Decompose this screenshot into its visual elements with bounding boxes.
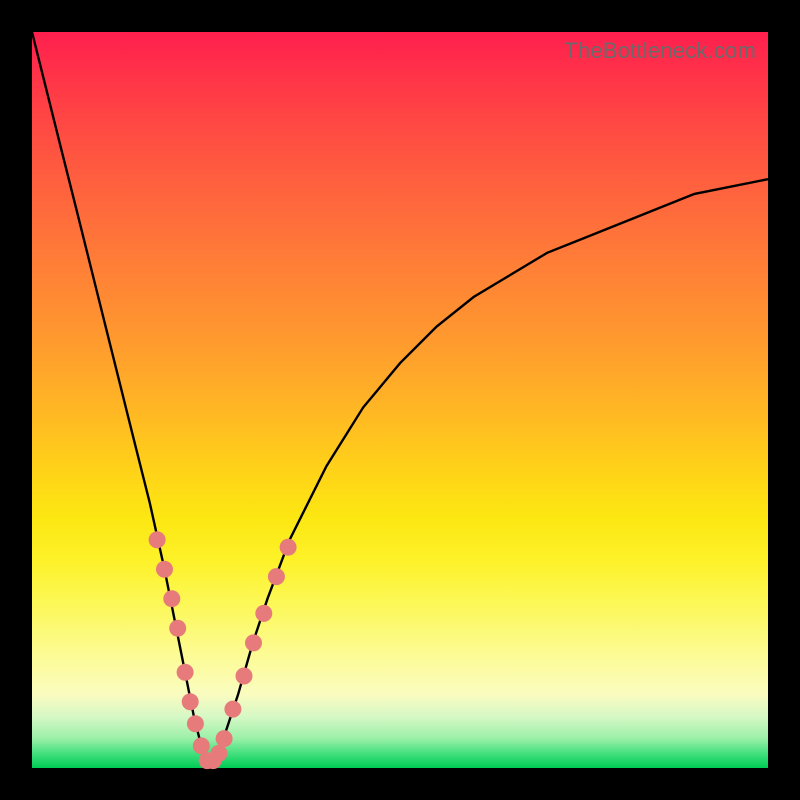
chart-frame: TheBottleneck.com — [0, 0, 800, 800]
bottleneck-curve — [32, 32, 768, 761]
marker-dot — [187, 715, 204, 732]
curve-layer — [32, 32, 768, 768]
marker-dot — [224, 701, 241, 718]
marker-layer — [149, 531, 297, 769]
marker-dot — [268, 568, 285, 585]
marker-dot — [255, 605, 272, 622]
marker-dot — [280, 539, 297, 556]
marker-dot — [149, 531, 166, 548]
marker-dot — [210, 745, 227, 762]
marker-dot — [156, 561, 173, 578]
plot-area: TheBottleneck.com — [32, 32, 768, 768]
marker-dot — [193, 737, 210, 754]
marker-dot — [163, 590, 180, 607]
marker-dot — [182, 693, 199, 710]
marker-dot — [169, 620, 186, 637]
marker-dot — [245, 634, 262, 651]
marker-dot — [177, 664, 194, 681]
marker-dot — [236, 668, 253, 685]
marker-dot — [216, 730, 233, 747]
